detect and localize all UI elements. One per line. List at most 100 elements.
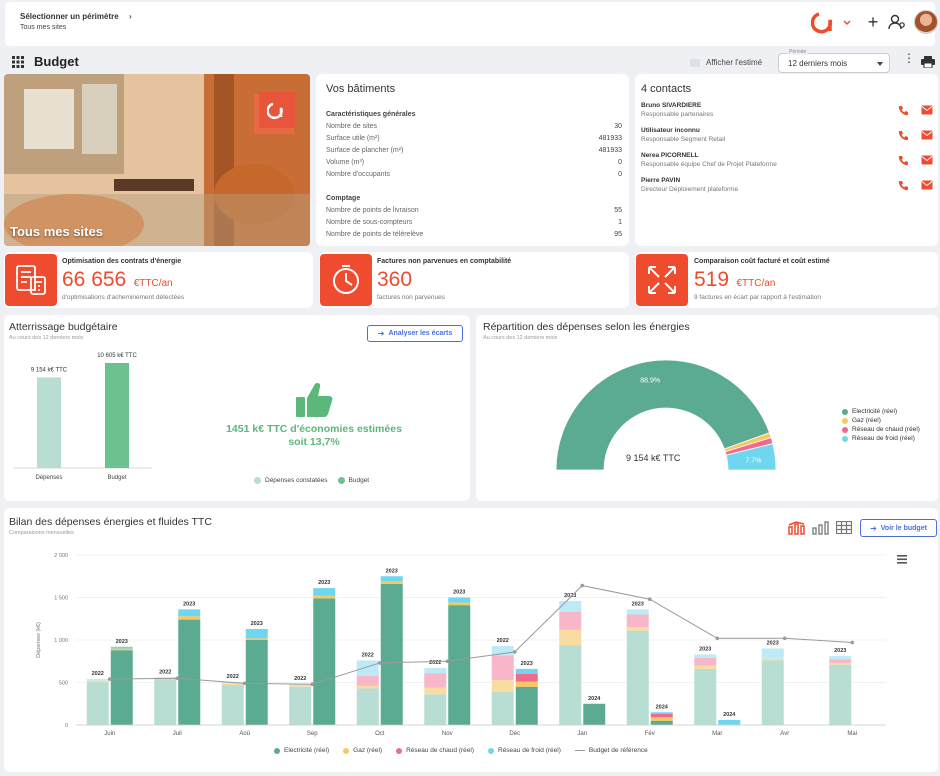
bar-segment-prev-year[interactable]	[356, 660, 379, 676]
bar-segment-prev-year[interactable]	[761, 660, 784, 725]
period-select[interactable]: Période 12 derniers mois	[778, 49, 890, 73]
bar-segment-curr-year[interactable]	[110, 646, 133, 649]
print-icon[interactable]	[921, 56, 935, 68]
bar-segment-curr-year[interactable]	[313, 588, 336, 596]
mail-icon[interactable]	[921, 180, 933, 190]
mail-icon[interactable]	[921, 155, 933, 165]
estimate-toggle[interactable]: Afficher l'estimé	[690, 58, 762, 67]
bar-segment-prev-year[interactable]	[761, 648, 784, 659]
bar-segment-curr-year[interactable]	[650, 713, 673, 718]
bar-segment-curr-year[interactable]	[380, 583, 403, 725]
grid-menu-icon[interactable]	[12, 56, 24, 68]
analyze-gaps-button[interactable]: ➔ Analyser les écarts	[367, 325, 463, 342]
bar-segment-prev-year[interactable]	[221, 683, 244, 686]
bar-segment-prev-year[interactable]	[694, 654, 717, 658]
bar-segment-curr-year[interactable]	[515, 686, 538, 725]
bar-segment-curr-year[interactable]	[650, 712, 673, 714]
bar-segment-prev-year[interactable]	[424, 694, 447, 725]
bar-segment-curr-year[interactable]	[110, 648, 133, 651]
bar-segment-prev-year[interactable]	[829, 664, 852, 725]
bar-segment-prev-year[interactable]	[154, 679, 177, 725]
perimeter-selector[interactable]: Sélectionner un périmètre › Tous mes sit…	[20, 12, 132, 31]
bar-segment-prev-year[interactable]	[491, 655, 514, 680]
kpi-card-contracts[interactable]: Optimisation des contrats d'énergie 66 6…	[4, 252, 313, 308]
bar-segment-curr-year[interactable]	[178, 609, 201, 617]
bar-segment-prev-year[interactable]	[626, 614, 649, 628]
bar-segment-prev-year[interactable]	[626, 630, 649, 725]
bar-segment-prev-year[interactable]	[86, 679, 109, 681]
bar-segment-prev-year[interactable]	[559, 600, 582, 612]
bar-segment-prev-year[interactable]	[491, 679, 514, 692]
phone-icon[interactable]	[898, 105, 909, 116]
legend-item[interactable]: Réseau de chaud (réel)	[396, 747, 474, 754]
bar-segment-prev-year[interactable]	[829, 656, 852, 660]
bar-segment-prev-year[interactable]	[559, 629, 582, 646]
bar-segment-prev-year[interactable]	[626, 627, 649, 631]
bar-year-label: 2022	[227, 674, 239, 680]
toggle-switch[interactable]	[690, 58, 700, 67]
bar-segment-prev-year[interactable]	[694, 657, 717, 666]
legend-item[interactable]: Réseau de chaud (réel)	[842, 425, 920, 434]
legend-item[interactable]: Electricité (réel)	[274, 747, 329, 754]
bar-segment-curr-year[interactable]	[380, 576, 403, 582]
bar-segment-curr-year[interactable]	[313, 598, 336, 725]
bar-segment-prev-year[interactable]	[829, 659, 852, 663]
bar-segment-prev-year[interactable]	[491, 691, 514, 725]
plus-icon[interactable]: +	[863, 12, 883, 32]
kpi-card-invoices[interactable]: Factures non parvenues en comptabilité 3…	[319, 252, 629, 308]
bar-segment-curr-year[interactable]	[718, 719, 741, 725]
legend-item[interactable]: Réseau de froid (réel)	[488, 747, 561, 754]
legend-item[interactable]: Electricité (réel)	[842, 407, 920, 416]
kpi-card-cost-compare[interactable]: Comparaison coût facturé et coût estimé …	[635, 252, 938, 308]
bar-segment-prev-year[interactable]	[289, 686, 312, 725]
bar-segment-curr-year[interactable]	[380, 581, 403, 584]
bar-segment-curr-year[interactable]	[178, 616, 201, 620]
bar-segment-curr-year[interactable]	[448, 602, 471, 606]
bar-segment-curr-year[interactable]	[650, 720, 673, 725]
bar-segment-curr-year[interactable]	[178, 619, 201, 725]
phone-icon[interactable]	[898, 130, 909, 141]
bar-segment-curr-year[interactable]	[650, 717, 673, 721]
app-logo-menu[interactable]	[811, 10, 851, 36]
more-vert-icon[interactable]: ⋮	[903, 52, 915, 64]
bar-segment-prev-year[interactable]	[356, 675, 379, 686]
user-settings-icon[interactable]	[888, 14, 906, 30]
bar-segment-prev-year[interactable]	[424, 673, 447, 688]
bar-segment-curr-year[interactable]	[448, 605, 471, 725]
bar-segment-prev-year[interactable]	[559, 645, 582, 725]
legend-item[interactable]: Gaz (réel)	[343, 747, 382, 754]
bar-segment-prev-year[interactable]	[626, 609, 649, 615]
bar-segment-prev-year[interactable]	[356, 685, 379, 689]
bar-segment-prev-year[interactable]	[694, 665, 717, 669]
bar-segment-prev-year[interactable]	[424, 668, 447, 674]
bar-segment-curr-year[interactable]	[110, 650, 133, 725]
bar-segment-curr-year[interactable]	[448, 597, 471, 603]
mail-icon[interactable]	[921, 105, 933, 115]
phone-icon[interactable]	[898, 180, 909, 191]
bar-segment-prev-year[interactable]	[86, 682, 109, 726]
bar-segment-curr-year[interactable]	[245, 640, 268, 725]
bar-segment-prev-year[interactable]	[761, 658, 784, 661]
bar-segment-curr-year[interactable]	[515, 681, 538, 687]
bar-segment-prev-year[interactable]	[289, 685, 312, 687]
bar-segment-prev-year[interactable]	[694, 668, 717, 725]
bar-segment-curr-year[interactable]	[313, 595, 336, 599]
mail-icon[interactable]	[921, 130, 933, 140]
bar-segment-curr-year[interactable]	[583, 703, 606, 725]
bar-segment-curr-year[interactable]	[515, 668, 538, 674]
phone-icon[interactable]	[898, 155, 909, 166]
legend-item: Budget	[348, 477, 370, 484]
bar-segment-curr-year[interactable]	[245, 638, 268, 640]
bar-segment-prev-year[interactable]	[829, 662, 852, 665]
bar-segment-prev-year[interactable]	[424, 687, 447, 695]
legend-item[interactable]: Réseau de froid (réel)	[842, 434, 920, 443]
bar-segment-curr-year[interactable]	[515, 674, 538, 682]
bar-segment-curr-year[interactable]	[245, 628, 268, 639]
legend-item[interactable]: Budget de référence	[574, 747, 648, 754]
bar-segment-prev-year[interactable]	[559, 611, 582, 630]
bar-segment-prev-year[interactable]	[356, 688, 379, 725]
bar-segment-prev-year[interactable]	[86, 680, 109, 683]
legend-item[interactable]: Gaz (réel)	[842, 416, 920, 425]
bar-segment-prev-year[interactable]	[221, 685, 244, 725]
avatar[interactable]	[914, 10, 938, 34]
